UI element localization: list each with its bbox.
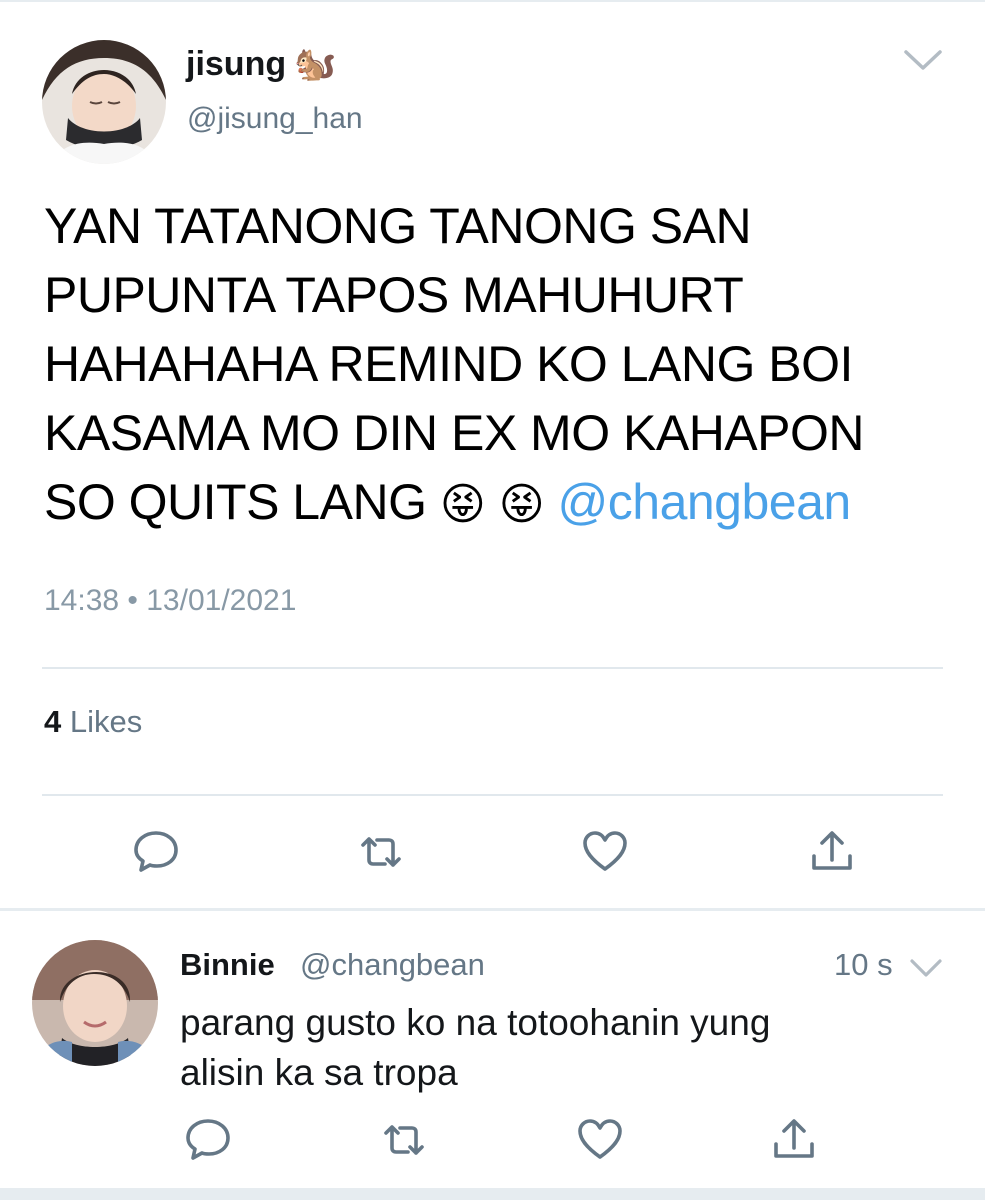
likes-label: Likes: [69, 704, 143, 739]
tweet-line: HAHAHAHA REMIND KO LANG BOI: [44, 336, 853, 392]
reply-display-name[interactable]: Binnie: [180, 947, 275, 983]
reply-handle[interactable]: @changbean: [300, 947, 485, 983]
reply-time[interactable]: 10 s: [834, 947, 893, 983]
divider: [42, 794, 943, 796]
retweet-icon[interactable]: [380, 1116, 428, 1164]
top-border: [0, 0, 985, 2]
chipmunk-emoji-icon: 🐿️: [294, 44, 337, 84]
bottom-separator: [0, 1188, 985, 1200]
reply-line: parang gusto ko na totoohanin yung: [180, 1002, 771, 1043]
mention-link[interactable]: @changbean: [558, 474, 852, 530]
author-avatar[interactable]: [42, 40, 166, 164]
tongue-emoji-icon: 😝 😝: [439, 479, 545, 530]
tweet-line: KASAMA MO DIN EX MO KAHAPON: [44, 405, 865, 461]
tweet-body: YAN TATANONG TANONG SAN PUPUNTA TAPOS MA…: [44, 192, 964, 539]
author-display-name[interactable]: jisung 🐿️: [186, 44, 336, 84]
likes-number: 4: [44, 704, 62, 739]
chevron-down-icon[interactable]: [908, 955, 944, 981]
display-name-text: jisung: [186, 44, 287, 83]
reply-line: alisin ka sa tropa: [180, 1052, 458, 1093]
author-handle[interactable]: @jisung_han: [187, 102, 363, 136]
reply-icon[interactable]: [184, 1115, 232, 1163]
tweet-line: YAN TATANONG TANONG SAN: [44, 198, 752, 254]
divider: [42, 667, 943, 669]
section-separator: [0, 908, 985, 911]
reply-body: parang gusto ko na totoohanin yung alisi…: [180, 998, 770, 1098]
tweet-line-text: SO QUITS LANG: [44, 474, 440, 530]
heart-icon[interactable]: [581, 827, 629, 875]
heart-icon[interactable]: [576, 1115, 624, 1163]
reply-author-avatar[interactable]: [32, 940, 158, 1066]
chevron-down-icon[interactable]: [902, 44, 944, 74]
reply-icon[interactable]: [132, 827, 180, 875]
retweet-icon[interactable]: [357, 828, 405, 876]
tweet-line-last: SO QUITS LANG 😝 😝 @changbean: [44, 468, 964, 539]
likes-count[interactable]: 4 Likes: [44, 704, 142, 740]
share-icon[interactable]: [770, 1116, 818, 1164]
tweet-line: PUPUNTA TAPOS MAHUHURT: [44, 267, 744, 323]
tweet-timestamp[interactable]: 14:38 • 13/01/2021: [44, 584, 296, 618]
share-icon[interactable]: [808, 828, 856, 876]
